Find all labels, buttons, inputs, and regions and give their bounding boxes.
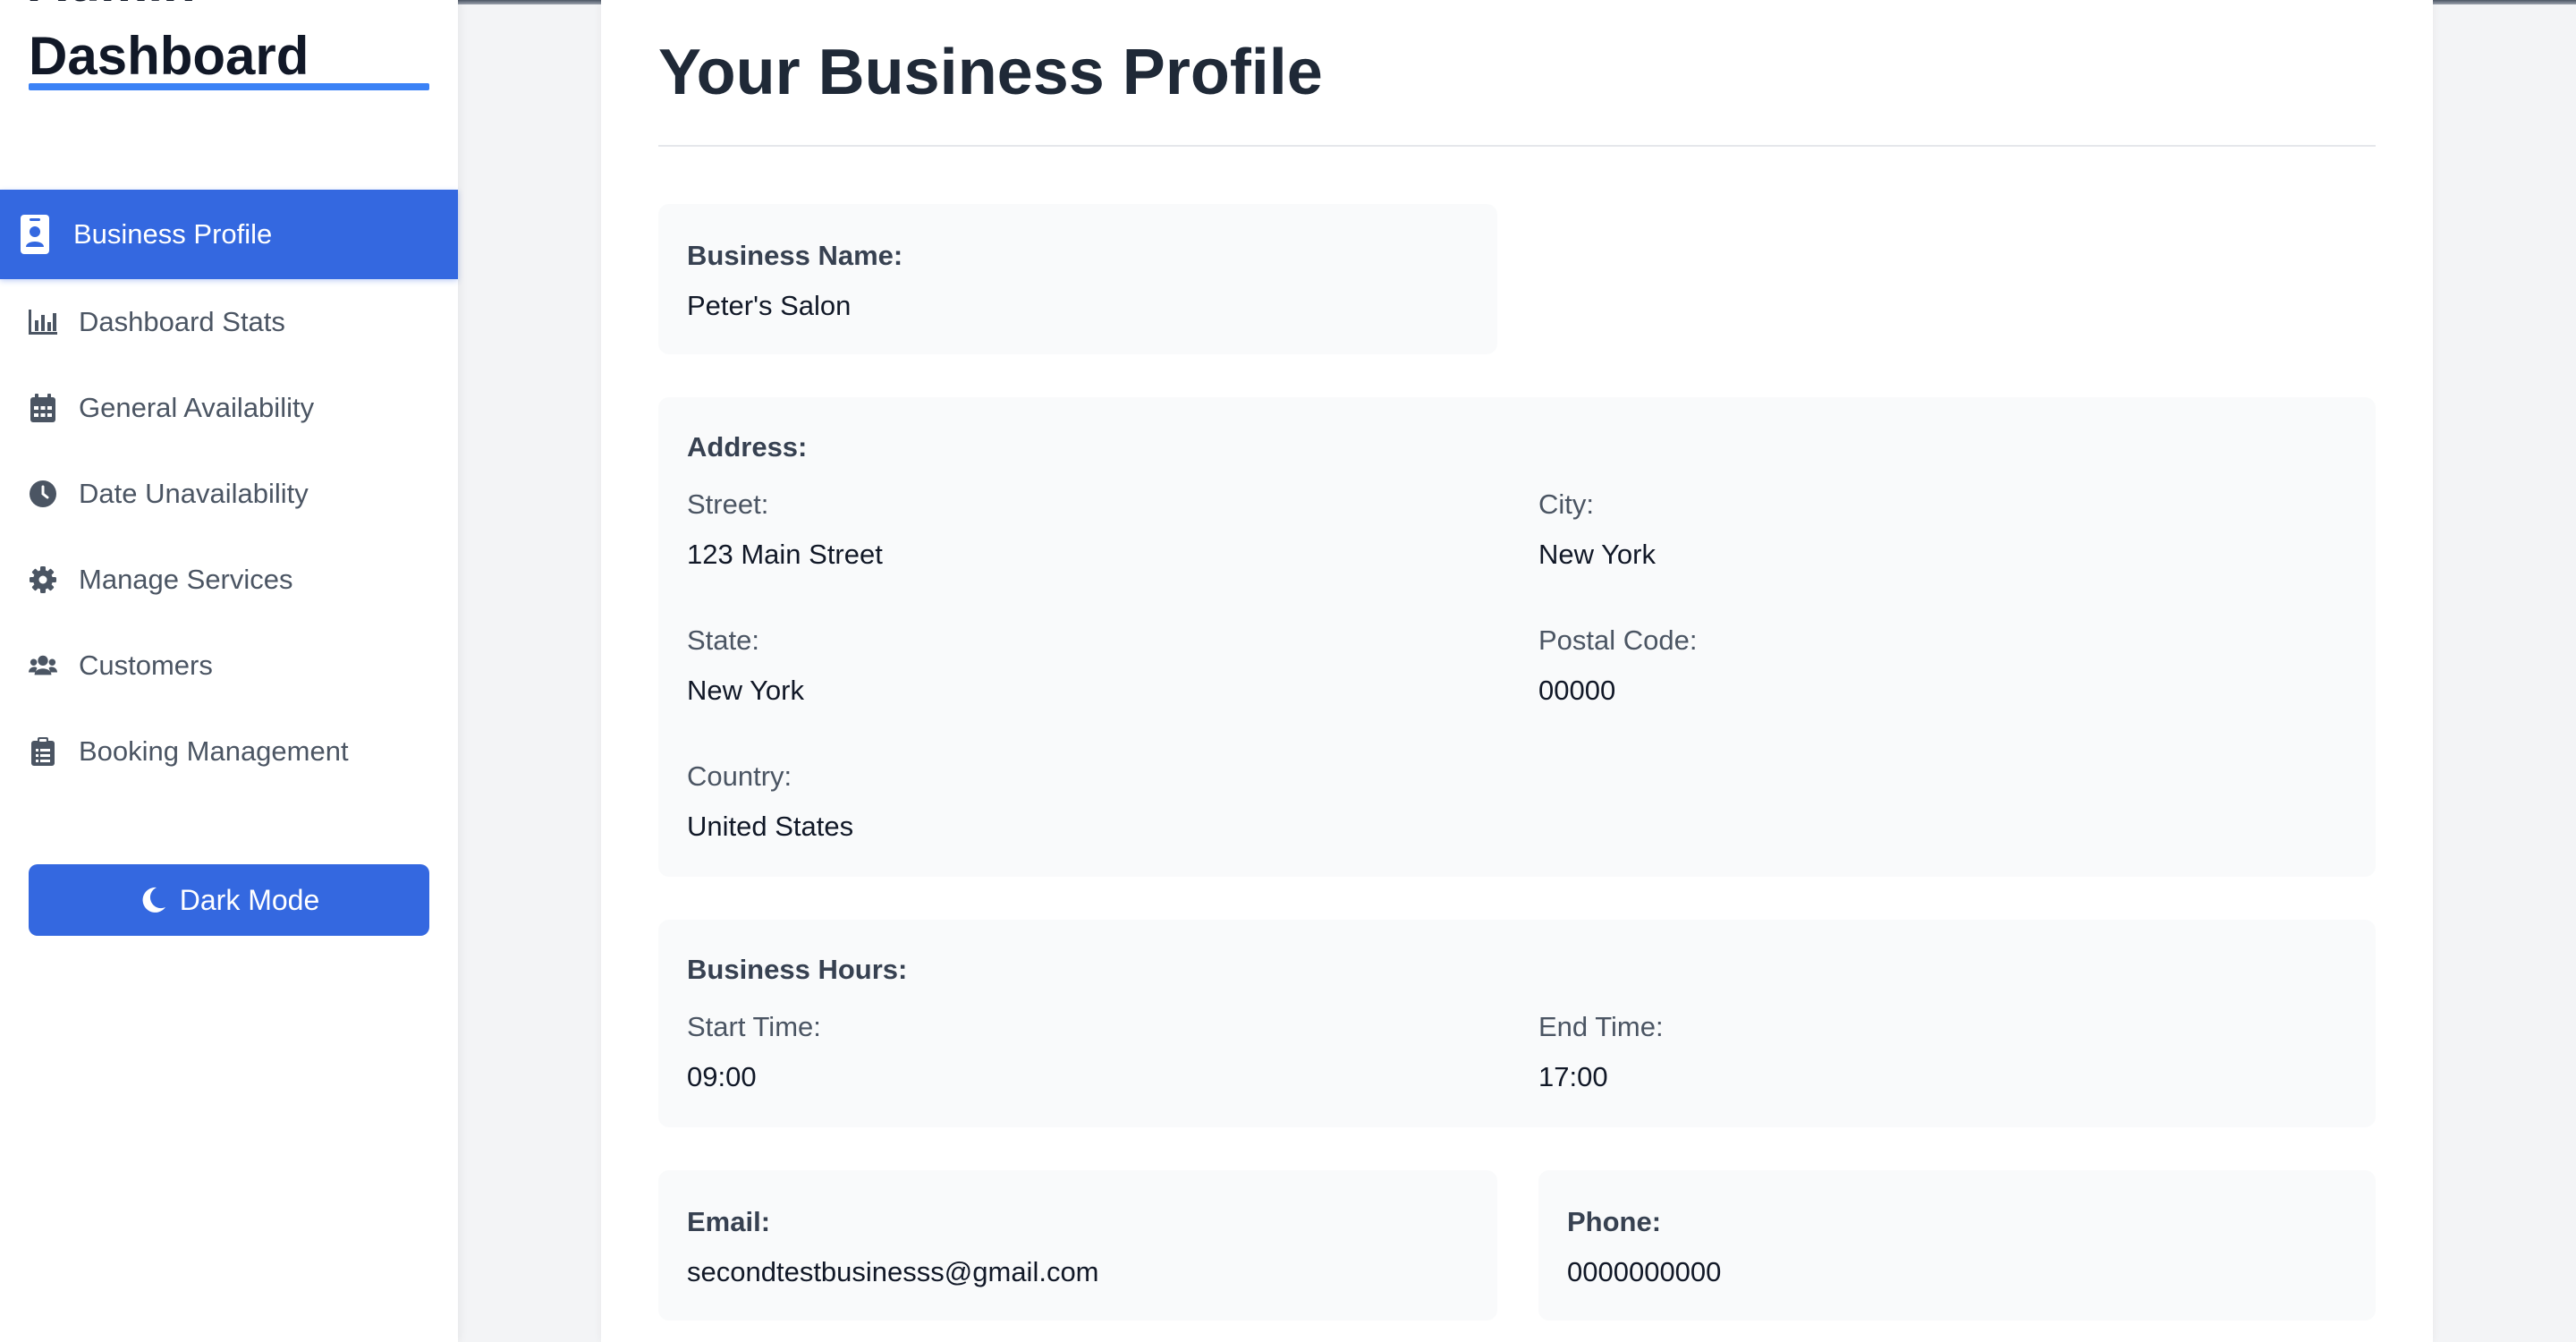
sidebar-item-label: Dashboard Stats — [79, 306, 285, 337]
state-value: New York — [687, 675, 804, 706]
main-content: Your Business Profile Business Name: Pet… — [601, 0, 2433, 1342]
sidebar-nav: Business Profile Dashboard Stats General… — [0, 190, 458, 794]
brand-underline — [29, 83, 429, 90]
business-name-panel: Business Name: Peter's Salon — [658, 204, 1497, 354]
sidebar-item-label: General Availability — [79, 392, 315, 423]
id-badge-icon — [20, 214, 50, 255]
gear-icon — [29, 565, 57, 594]
postal-code-value: 00000 — [1538, 675, 1616, 706]
city-label: City: — [1538, 488, 1594, 520]
users-icon — [29, 651, 57, 680]
business-name-value: Peter's Salon — [687, 290, 852, 321]
sidebar-item-general-availability[interactable]: General Availability — [0, 365, 458, 451]
country-label: Country: — [687, 760, 792, 792]
page-title: Your Business Profile — [658, 37, 1323, 108]
brand-title-line1: Admin — [29, 0, 429, 20]
phone-panel: Phone: 0000000000 — [1538, 1170, 2376, 1321]
business-hours-label: Business Hours: — [687, 954, 908, 985]
address-label: Address: — [687, 431, 808, 463]
brand-title: Admin Dashboard — [29, 0, 429, 93]
address-panel: Address: Street: 123 Main Street City: N… — [658, 397, 2376, 877]
dark-mode-label: Dark Mode — [179, 883, 320, 916]
sidebar-item-dashboard-stats[interactable]: Dashboard Stats — [0, 279, 458, 365]
end-time-label: End Time: — [1538, 1011, 1664, 1042]
dark-mode-button[interactable]: Dark Mode — [29, 864, 429, 936]
sidebar-item-label: Booking Management — [79, 735, 349, 767]
sidebar-item-customers[interactable]: Customers — [0, 623, 458, 709]
phone-value: 0000000000 — [1567, 1256, 1722, 1287]
business-name-label: Business Name: — [687, 240, 903, 271]
sidebar-item-label: Business Profile — [73, 218, 273, 250]
sidebar-item-date-unavailability[interactable]: Date Unavailability — [0, 451, 458, 537]
sidebar-item-label: Date Unavailability — [79, 478, 309, 509]
sidebar: Admin Dashboard Business Profile — [0, 0, 458, 1342]
email-label: Email: — [687, 1206, 771, 1237]
sidebar-item-business-profile[interactable]: Business Profile — [0, 190, 458, 279]
email-value: secondtestbusinesss@gmail.com — [687, 1256, 1099, 1287]
phone-label: Phone: — [1567, 1206, 1662, 1237]
city-value: New York — [1538, 539, 1656, 570]
email-panel: Email: secondtestbusinesss@gmail.com — [658, 1170, 1497, 1321]
clock-icon — [29, 480, 57, 508]
clipboard-icon — [29, 737, 57, 766]
postal-code-label: Postal Code: — [1538, 624, 1698, 656]
state-label: State: — [687, 624, 759, 656]
brand-title-line2: Dashboard — [29, 26, 309, 86]
start-time-value: 09:00 — [687, 1061, 757, 1092]
sidebar-item-booking-management[interactable]: Booking Management — [0, 709, 458, 794]
street-label: Street: — [687, 488, 769, 520]
bar-chart-icon — [29, 308, 57, 336]
business-hours-panel: Business Hours: Start Time: 09:00 End Ti… — [658, 920, 2376, 1127]
country-value: United States — [687, 811, 854, 842]
sidebar-item-label: Manage Services — [79, 564, 293, 595]
start-time-label: Start Time: — [687, 1011, 821, 1042]
title-divider — [658, 145, 2376, 147]
end-time-value: 17:00 — [1538, 1061, 1608, 1092]
calendar-icon — [29, 394, 57, 422]
moon-icon — [139, 886, 167, 914]
sidebar-item-manage-services[interactable]: Manage Services — [0, 537, 458, 623]
sidebar-item-label: Customers — [79, 650, 213, 681]
street-value: 123 Main Street — [687, 539, 883, 570]
